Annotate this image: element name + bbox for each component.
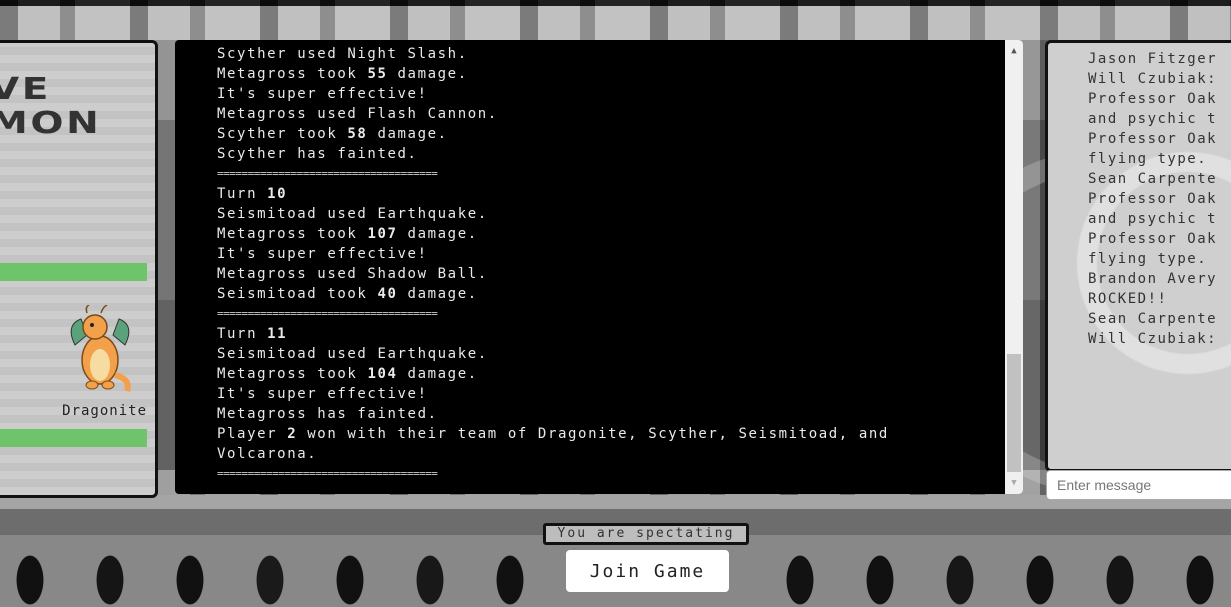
player-team-panel: VE MON Dragonite — [0, 40, 158, 498]
chat-message: and psychic t — [1088, 211, 1218, 227]
log-text: damage. — [387, 66, 468, 82]
log-number: 10 — [267, 186, 288, 202]
log-number: 55 — [367, 66, 388, 82]
chat-message: Jason Fitzger — [1088, 51, 1218, 67]
scroll-up-icon[interactable]: ▲ — [1005, 42, 1023, 60]
join-game-button[interactable]: Join Game — [566, 550, 729, 592]
log-line: Metagross took 107 damage. — [217, 224, 1007, 244]
log-line: Metagross took 55 damage. — [217, 64, 1007, 84]
chat-message: Brandon Avery — [1088, 271, 1218, 287]
log-number: 2 — [287, 426, 298, 442]
log-text: Scyther took — [217, 126, 348, 142]
chat-message: and psychic t — [1088, 111, 1218, 127]
chat-message: Professor Oak — [1088, 91, 1218, 107]
log-text: Turn — [217, 326, 268, 342]
log-line: Metagross used Shadow Ball. — [217, 266, 488, 282]
log-line: Scyther used Night Slash. — [217, 46, 468, 62]
log-number: 58 — [347, 126, 368, 142]
log-line: Seismitoad used Earthquake. — [217, 346, 488, 362]
battle-log[interactable]: Scyther used Night Slash. Metagross took … — [175, 40, 1023, 494]
log-text: won with their team of Dragonite, Scythe… — [297, 426, 889, 442]
log-separator: ==================================== — [217, 307, 438, 320]
game-logo: VE MON — [0, 73, 101, 141]
chat-panel[interactable]: Jason Fitzger Will Czubiak: Professor Oak a… — [1045, 40, 1231, 472]
scroll-thumb[interactable] — [1007, 354, 1021, 472]
dragonite-sprite — [70, 305, 131, 392]
chat-message: Professor Oak — [1088, 131, 1218, 147]
chat-message-input[interactable] — [1046, 470, 1231, 500]
log-line: Metagross took 104 damage. — [217, 364, 1007, 384]
log-line: Metagross used Flash Cannon. — [217, 106, 498, 122]
log-line: Seismitoad used Earthquake. — [217, 206, 488, 222]
log-number: 40 — [377, 286, 398, 302]
log-line: Scyther has fainted. — [217, 146, 418, 162]
log-text: Metagross took — [217, 226, 368, 242]
log-number: 107 — [367, 226, 398, 242]
log-text: Turn — [217, 186, 268, 202]
chat-message: Professor Oak — [1088, 191, 1218, 207]
battle-log-lines: Scyther used Night Slash. Metagross took … — [217, 44, 1007, 484]
log-number: 104 — [367, 366, 398, 382]
log-text: Metagross took — [217, 66, 368, 82]
battle-log-scrollbar[interactable]: ▲ ▼ — [1005, 40, 1023, 494]
log-line: Player 2 won with their team of Dragonit… — [217, 424, 1007, 444]
hp-bar — [0, 263, 147, 281]
log-separator: ==================================== — [217, 167, 438, 180]
log-line: It's super effective! — [217, 246, 428, 262]
spectating-status: You are spectating — [543, 523, 749, 545]
log-text: Player — [217, 426, 288, 442]
log-text: Seismitoad took — [217, 286, 378, 302]
chat-message: Sean Carpente — [1088, 311, 1218, 327]
log-line: Turn 10 — [217, 184, 1007, 204]
log-text: damage. — [397, 286, 478, 302]
log-line: Volcarona. — [217, 446, 318, 462]
pokemon-name: Dragonite — [62, 403, 147, 419]
log-line: Turn 11 — [217, 324, 1007, 344]
log-line: Scyther took 58 damage. — [217, 124, 1007, 144]
log-line: It's super effective! — [217, 86, 428, 102]
log-line: It's super effective! — [217, 386, 428, 402]
chat-message: Will Czubiak: — [1088, 331, 1218, 347]
hp-bar — [0, 429, 147, 447]
scroll-down-icon[interactable]: ▼ — [1005, 474, 1023, 492]
logo-line-1: VE — [0, 72, 52, 107]
log-line: Seismitoad took 40 damage. — [217, 284, 1007, 304]
chat-message: ROCKED!! — [1088, 291, 1168, 307]
log-line: Metagross has fainted. — [217, 406, 438, 422]
log-text: damage. — [397, 226, 478, 242]
log-text: Metagross took — [217, 366, 368, 382]
log-text: damage. — [367, 126, 448, 142]
chat-message: flying type. — [1088, 151, 1208, 167]
log-separator: ==================================== — [217, 467, 438, 480]
chat-message: Will Czubiak: — [1088, 71, 1218, 87]
log-number: 11 — [267, 326, 288, 342]
chat-messages: Jason Fitzger Will Czubiak: Professor Oak a… — [1088, 49, 1231, 349]
chat-message: flying type. — [1088, 251, 1208, 267]
logo-line-2: MON — [0, 106, 102, 141]
chat-message: Sean Carpente — [1088, 171, 1218, 187]
chat-message: Professor Oak — [1088, 231, 1218, 247]
log-text: damage. — [397, 366, 478, 382]
